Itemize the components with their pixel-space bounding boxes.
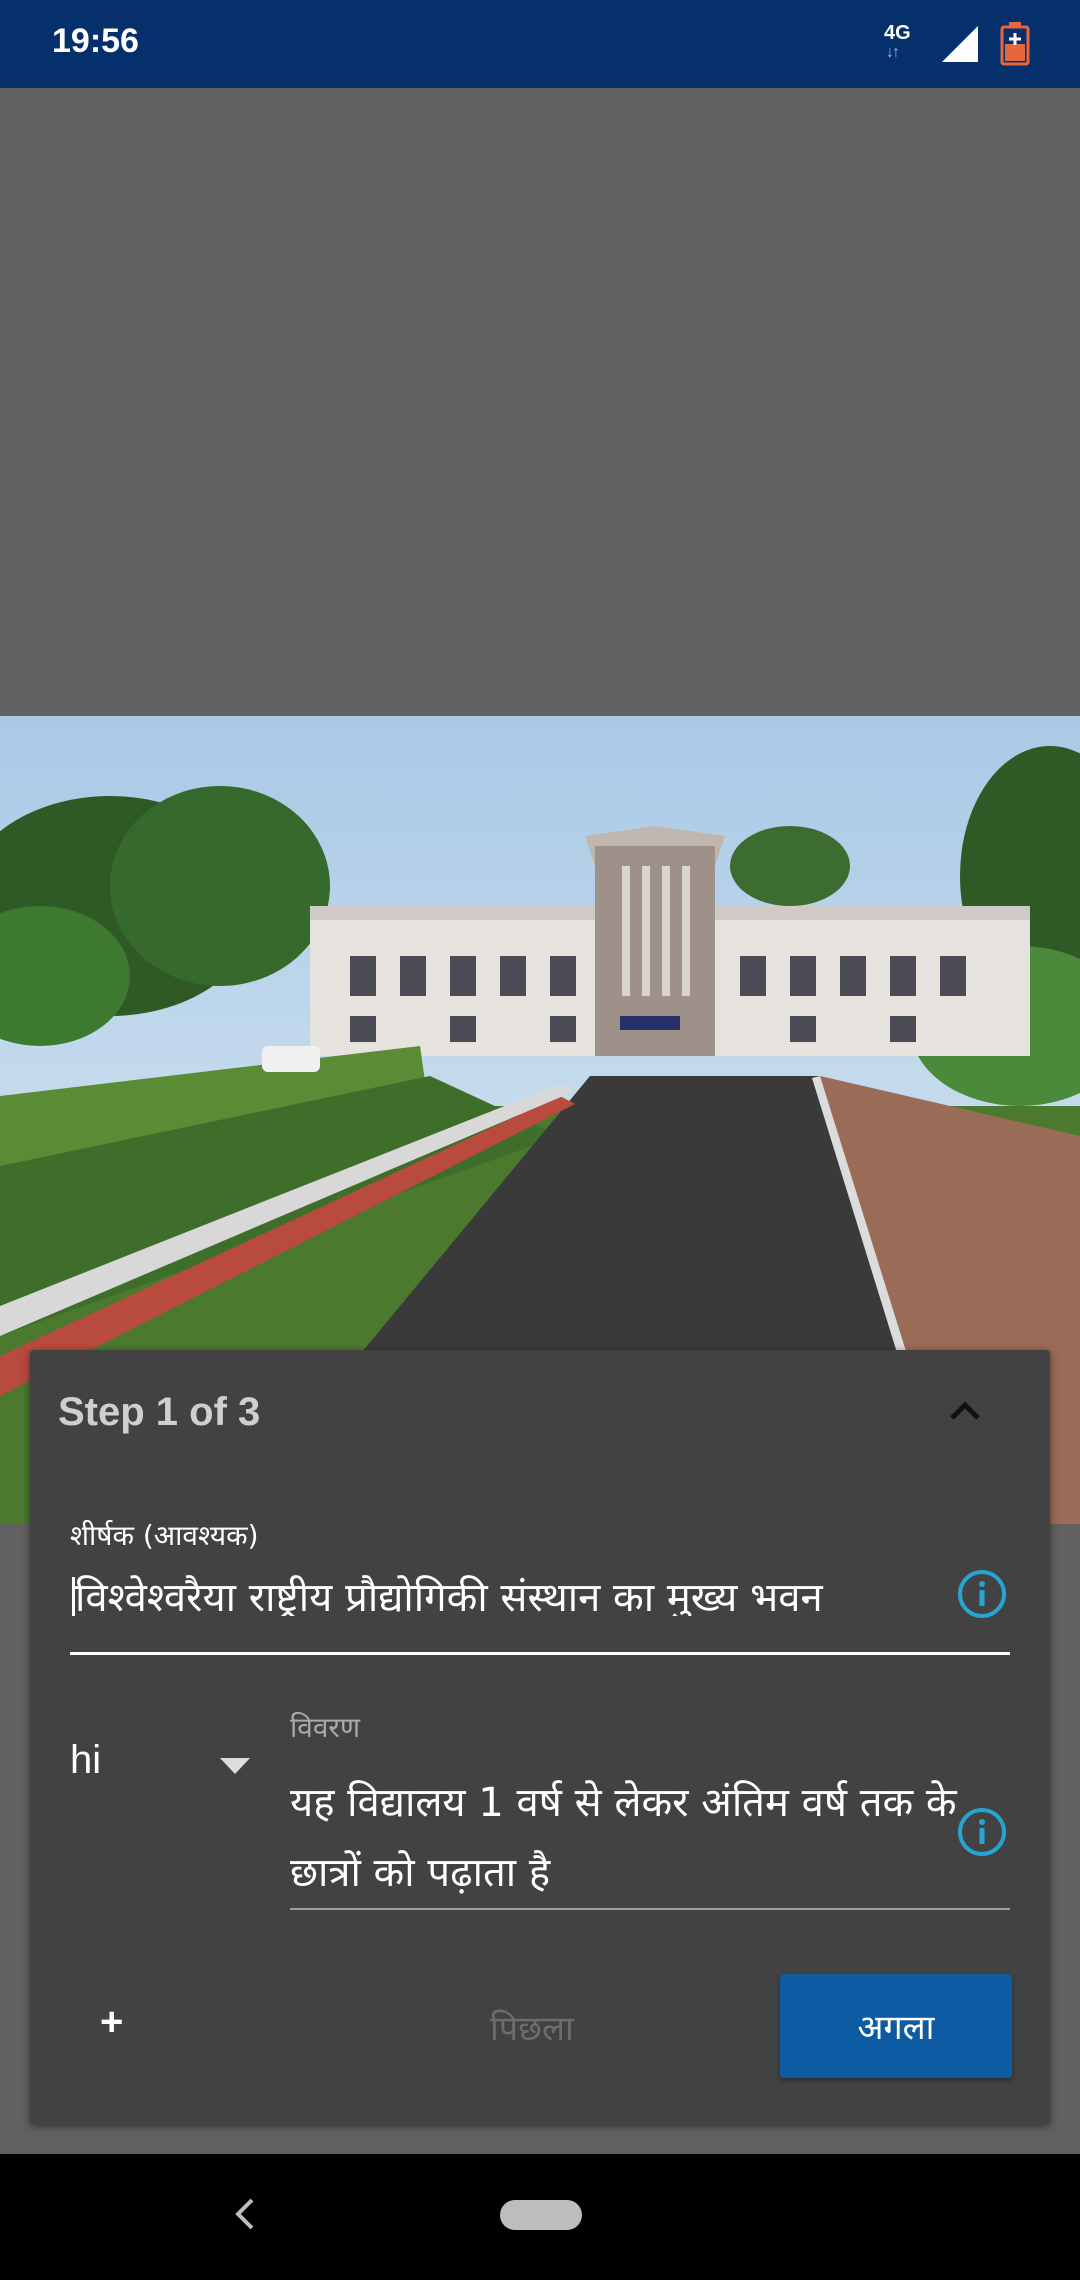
- status-time: 19:56: [52, 22, 139, 60]
- signal-icon: [942, 26, 978, 62]
- description-input[interactable]: यह विद्यालय 1 वर्ष से लेकर अंतिम वर्ष तक…: [290, 1768, 970, 1908]
- add-description-button[interactable]: +: [100, 2000, 123, 2045]
- home-pill[interactable]: [500, 2200, 582, 2230]
- info-icon[interactable]: [956, 1806, 1008, 1858]
- network-4g-icon: 4G ↓↑: [884, 22, 911, 61]
- title-input[interactable]: विश्वेश्वरैया राष्ट्रीय प्रौद्योगिकी संस…: [70, 1568, 926, 1616]
- chevron-up-icon[interactable]: [940, 1386, 990, 1436]
- back-icon[interactable]: [228, 2194, 262, 2234]
- dropdown-arrow-icon: [220, 1758, 250, 1774]
- step-title: Step 1 of 3: [58, 1390, 261, 1434]
- language-value: hi: [70, 1738, 102, 1782]
- language-select[interactable]: hi: [70, 1730, 250, 1800]
- status-bar: 19:56 4G ↓↑: [0, 0, 1080, 88]
- info-icon[interactable]: [956, 1568, 1008, 1620]
- previous-button[interactable]: पिछला: [490, 2004, 574, 2050]
- description-underline: [290, 1908, 1010, 1910]
- navigation-bar: [0, 2154, 1080, 2280]
- title-input-underline: [70, 1652, 1010, 1655]
- description-label: विवरण: [290, 1711, 361, 1744]
- battery-icon: [1000, 22, 1030, 66]
- title-field-label: शीर्षक (आवश्यक): [70, 1519, 259, 1552]
- upload-wizard-sheet: Step 1 of 3 शीर्षक (आवश्यक) विश्वेश्वरैय…: [30, 1350, 1050, 2124]
- next-button[interactable]: अगला: [780, 1974, 1012, 2078]
